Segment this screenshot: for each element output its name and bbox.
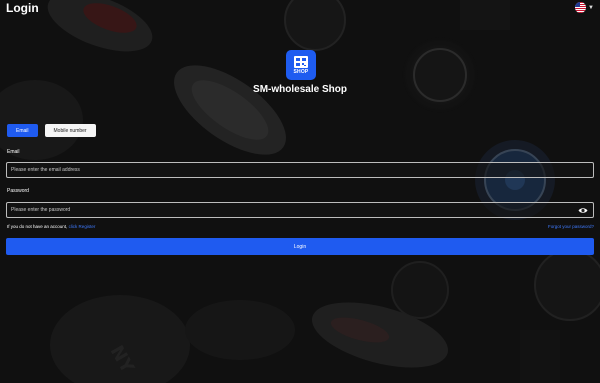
qr-code-icon [294, 55, 308, 68]
language-selector[interactable]: ▼ [575, 2, 594, 13]
logo-text: SHOP [293, 68, 309, 75]
us-flag-icon [575, 2, 587, 13]
shop-name: SM-wholesale Shop [253, 84, 347, 95]
login-panel: SHOP SM-wholesale Shop Email Mobile numb… [0, 0, 600, 383]
show-password-eye-icon[interactable] [578, 207, 588, 214]
chevron-down-icon: ▼ [588, 4, 594, 11]
tab-email[interactable]: Email [7, 124, 38, 137]
register-prompt: If you do not have an account, click Reg… [7, 224, 95, 229]
forgot-password-link[interactable]: Forgot your password? [548, 224, 594, 229]
page-title: Login [6, 1, 39, 15]
email-field[interactable]: Please enter the email address [6, 162, 594, 178]
login-method-tabs: Email Mobile number [7, 124, 96, 137]
email-label: Email [7, 149, 20, 155]
no-account-text: If you do not have an account, [7, 224, 68, 229]
login-button[interactable]: Login [6, 238, 594, 255]
password-field[interactable]: Please enter the password [6, 202, 594, 218]
password-placeholder: Please enter the password [11, 207, 71, 213]
email-placeholder: Please enter the email address [11, 167, 80, 173]
shop-logo: SHOP [286, 50, 316, 80]
tab-mobile-number[interactable]: Mobile number [44, 124, 96, 137]
register-link[interactable]: click Register [69, 224, 96, 229]
password-label: Password [7, 188, 29, 194]
top-bar: Login ▼ [0, 0, 600, 18]
